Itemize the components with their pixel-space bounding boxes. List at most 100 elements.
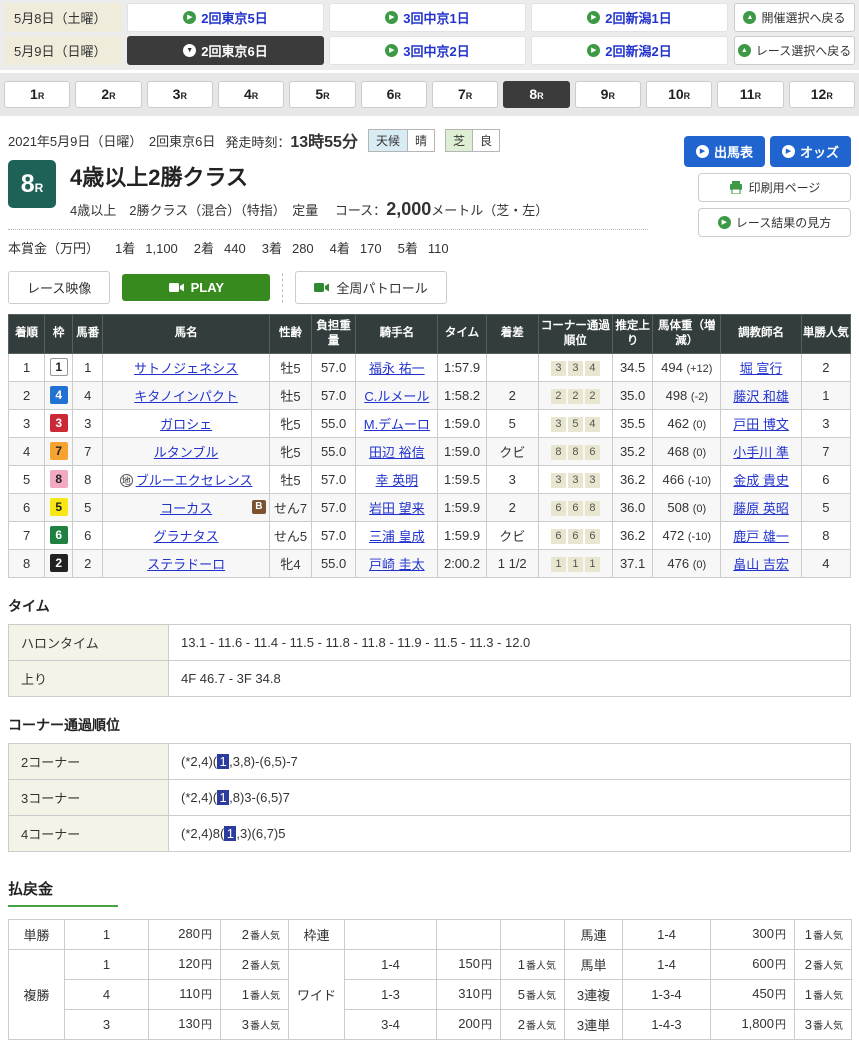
horse-link[interactable]: キタノインパクト xyxy=(134,389,238,404)
horse-link[interactable]: コーカス xyxy=(160,501,212,516)
meeting-race-button[interactable]: ▶2回新潟2日 xyxy=(531,36,728,65)
patrol-video-button[interactable]: 全周パトロール xyxy=(295,271,446,304)
horse-name-cell: ガロシェ xyxy=(103,409,270,437)
race-tab-4r[interactable]: 4R xyxy=(218,81,284,108)
horse-link[interactable]: ステラドーロ xyxy=(147,557,225,572)
meeting-race-button[interactable]: ▼2回東京6日 xyxy=(127,36,324,65)
race-tab-7r[interactable]: 7R xyxy=(432,81,498,108)
race-tab-suffix: R xyxy=(537,91,544,101)
bracket-number xyxy=(345,919,437,949)
prize-item: 2着440 xyxy=(194,238,246,257)
meeting-race-button[interactable]: ▶2回東京5日 xyxy=(127,3,324,32)
jockey-link[interactable]: 岩田 望来 xyxy=(369,501,425,516)
body-weight-diff: (-2) xyxy=(691,391,708,403)
horse-link[interactable]: ルタンブル xyxy=(154,445,219,460)
arrow-up-icon: ▲ xyxy=(738,44,751,57)
odds-button[interactable]: ▶オッズ xyxy=(770,136,851,167)
wide-popularity: 1番人気 xyxy=(501,949,565,979)
race-tab-11r[interactable]: 11R xyxy=(717,81,783,108)
frame-number-badge: 1 xyxy=(50,358,68,376)
trainer-link[interactable]: 金成 貴史 xyxy=(733,473,789,488)
payout-row: 単勝 1 280円 2番人気 枠連 馬連 1-4 300円 1番人気 xyxy=(9,919,852,949)
race-tab-3r[interactable]: 3R xyxy=(147,81,213,108)
jockey-link[interactable]: 福永 祐一 xyxy=(369,361,425,376)
prize-place: 4着 xyxy=(330,241,350,256)
race-header-section: 2021年5月9日（日曜） 2回東京6日 発走時刻：13時55分 天候晴 芝良 … xyxy=(8,128,851,259)
meeting-race-label: 3回中京2日 xyxy=(403,41,469,60)
body-weight-cell: 494 (+12) xyxy=(653,353,721,381)
jockey-link[interactable]: 戸崎 圭太 xyxy=(369,557,425,572)
meeting-selector: 5月8日（土曜）▶2回東京5日▶3回中京1日▶2回新潟1日▲開催選択へ戻る5月9… xyxy=(0,0,859,70)
back-button[interactable]: ▲開催選択へ戻る xyxy=(734,3,855,32)
print-page-button[interactable]: 印刷用ページ xyxy=(698,173,851,202)
result-row: 111サトノジェネシス牡557.0福永 祐一1:57.933434.5494 (… xyxy=(9,353,851,381)
corner-position: 1 xyxy=(568,557,583,572)
jockey-cell: 福永 祐一 xyxy=(356,353,438,381)
horse-link[interactable]: ガロシェ xyxy=(160,417,212,432)
corner-position: 6 xyxy=(585,529,600,544)
trainer-link[interactable]: 戸田 博文 xyxy=(733,417,789,432)
jockey-link[interactable]: 三浦 皇成 xyxy=(369,529,425,544)
trifecta-number: 1-4-3 xyxy=(623,1009,711,1039)
race-tab-1r[interactable]: 1R xyxy=(4,81,70,108)
race-title: 4歳以上2勝クラス xyxy=(70,160,548,192)
meeting-date-label: 5月8日（土曜） xyxy=(4,3,122,32)
body-weight-cell: 462 (0) xyxy=(653,409,721,437)
jockey-link[interactable]: M.デムーロ xyxy=(364,417,430,432)
prize-place: 5着 xyxy=(398,241,418,256)
trainer-cell: 藤原 英昭 xyxy=(721,493,801,521)
last-3f: 37.1 xyxy=(613,549,653,577)
trainer-link[interactable]: 畠山 吉宏 xyxy=(733,557,789,572)
race-movie-button[interactable]: レース映像 xyxy=(8,271,110,304)
prize-place: 2着 xyxy=(194,241,214,256)
result-guide-button[interactable]: ▶レース結果の見方 xyxy=(698,208,851,237)
horse-name-cell: サトノジェネシス xyxy=(103,353,270,381)
race-tab-8r[interactable]: 8R xyxy=(503,81,569,108)
horse-link[interactable]: グラナタス xyxy=(154,529,219,544)
race-tab-9r[interactable]: 9R xyxy=(575,81,641,108)
finish-time: 1:58.2 xyxy=(438,381,486,409)
corner-row: 4コーナー(*2,4)8(1,3)(6,7)5 xyxy=(9,815,851,851)
horse-number: 8 xyxy=(73,465,103,493)
chevron-right-icon: ▶ xyxy=(183,11,196,24)
finish-order: 5 xyxy=(9,465,45,493)
furlong-time-label: ハロンタイム xyxy=(9,624,169,660)
race-tab-suffix: R xyxy=(826,91,833,101)
meeting-race-button[interactable]: ▶3回中京1日 xyxy=(329,3,526,32)
prize-amount: 110 xyxy=(428,241,449,256)
last-up-label: 上り xyxy=(9,660,169,696)
meeting-race-label: 2回新潟2日 xyxy=(605,41,671,60)
trainer-link[interactable]: 藤原 英昭 xyxy=(733,501,789,516)
race-tab-10r[interactable]: 10R xyxy=(646,81,712,108)
time-table: ハロンタイム 13.1 - 11.6 - 11.4 - 11.5 - 11.8 … xyxy=(8,624,851,697)
race-tab-5r[interactable]: 5R xyxy=(289,81,355,108)
meeting-race-button[interactable]: ▶2回新潟1日 xyxy=(531,3,728,32)
frame-cell: 5 xyxy=(45,493,73,521)
win-popularity: 6 xyxy=(801,465,850,493)
turf-label: 芝 xyxy=(446,130,473,151)
race-tab-2r[interactable]: 2R xyxy=(75,81,141,108)
horse-link[interactable]: ブルーエクセレンス xyxy=(136,473,253,488)
frame-cell: 8 xyxy=(45,465,73,493)
back-button[interactable]: ▲レース選択へ戻る xyxy=(734,36,855,65)
body-weight-diff: (-10) xyxy=(688,475,711,487)
carried-weight: 55.0 xyxy=(312,409,356,437)
horse-link[interactable]: サトノジェネシス xyxy=(134,361,238,376)
trainer-link[interactable]: 小手川 準 xyxy=(733,445,789,460)
trainer-link[interactable]: 堀 宣行 xyxy=(740,361,783,376)
jockey-link[interactable]: 田辺 裕信 xyxy=(369,445,425,460)
race-tab-6r[interactable]: 6R xyxy=(361,81,427,108)
frame-cell: 3 xyxy=(45,409,73,437)
entry-table-button[interactable]: ▶出馬表 xyxy=(684,136,765,167)
jockey-link[interactable]: C.ルメール xyxy=(364,389,429,404)
race-tab-number: 5 xyxy=(315,86,323,102)
finish-time: 1:59.9 xyxy=(438,493,486,521)
play-button[interactable]: PLAY xyxy=(122,274,270,301)
race-header-buttons: ▶出馬表 ▶オッズ 印刷用ページ ▶レース結果の見方 xyxy=(684,136,851,237)
corner-position: 2 xyxy=(551,389,566,404)
trainer-link[interactable]: 鹿戸 雄一 xyxy=(733,529,789,544)
meeting-race-button[interactable]: ▶3回中京2日 xyxy=(329,36,526,65)
jockey-link[interactable]: 幸 英明 xyxy=(376,473,419,488)
race-tab-12r[interactable]: 12R xyxy=(789,81,855,108)
trainer-link[interactable]: 藤沢 和雄 xyxy=(733,389,789,404)
